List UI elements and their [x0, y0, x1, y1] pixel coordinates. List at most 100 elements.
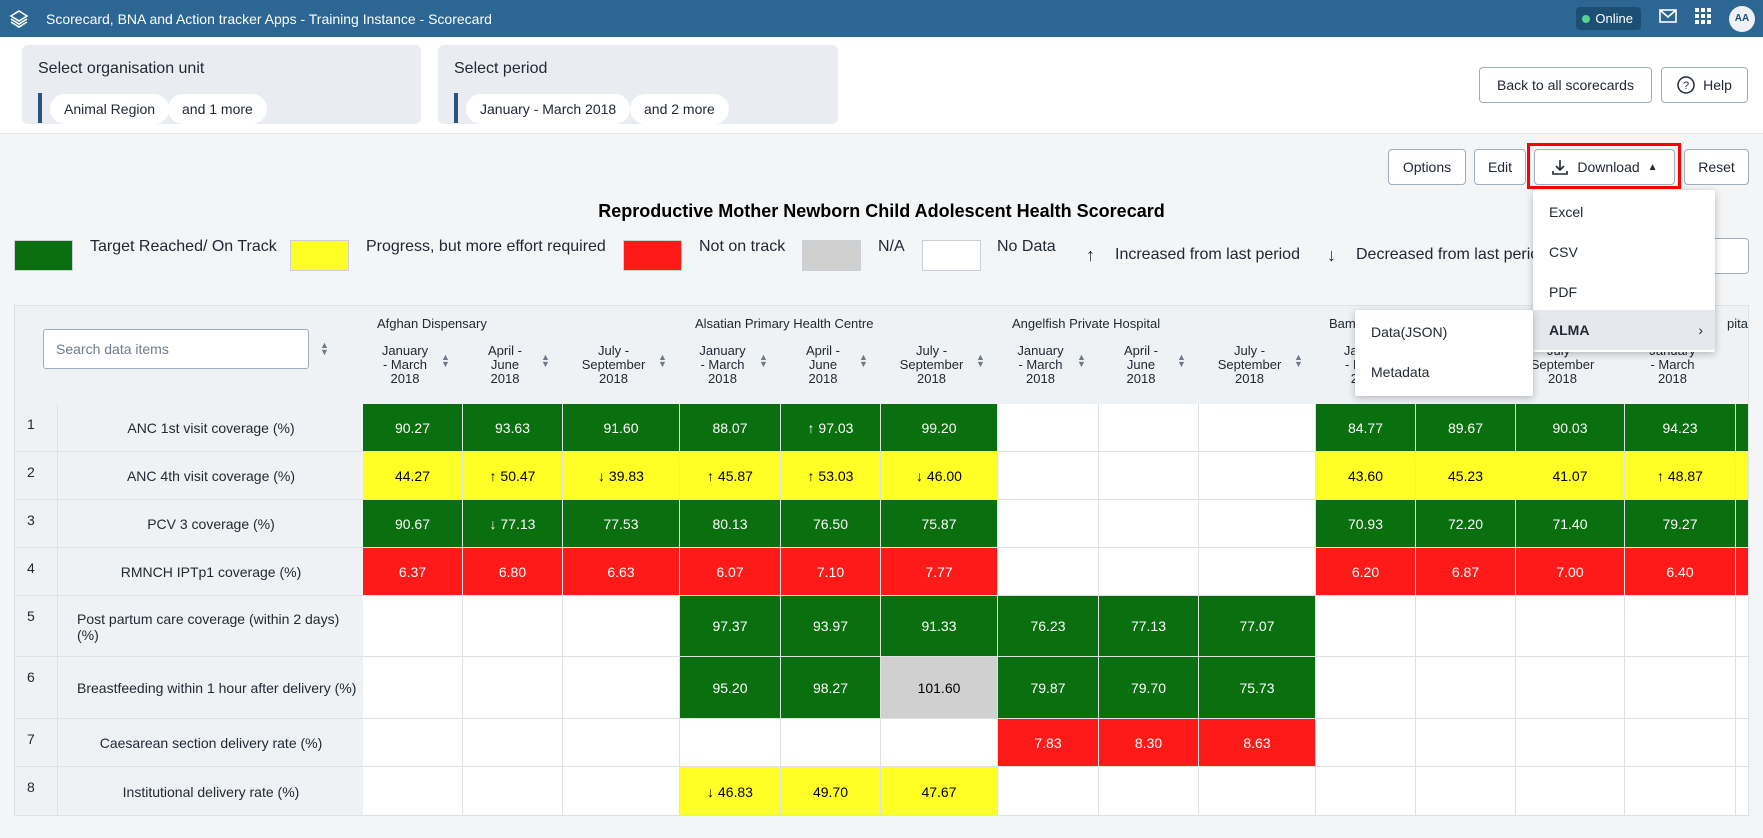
- menu-item-excel[interactable]: Excel: [1533, 192, 1715, 232]
- score-cell[interactable]: [1416, 596, 1516, 657]
- score-cell[interactable]: 97.37: [680, 596, 781, 657]
- score-cell[interactable]: 91.33: [881, 596, 998, 657]
- period-header[interactable]: January - March 2018: [680, 344, 765, 386]
- score-cell[interactable]: 77.07: [1199, 596, 1316, 657]
- score-cell[interactable]: 94.23: [1625, 404, 1736, 452]
- period-header[interactable]: January - March 2018: [998, 344, 1083, 386]
- period-sort-icon[interactable]: ▲ ▼: [759, 353, 768, 369]
- score-cell[interactable]: 6.20: [1316, 548, 1416, 596]
- apps-grid-icon[interactable]: [1695, 8, 1711, 29]
- score-cell[interactable]: ↑ 97.03: [781, 404, 881, 452]
- score-cell[interactable]: 93.63: [463, 404, 563, 452]
- score-cell[interactable]: [1625, 596, 1736, 657]
- menu-item-metadata[interactable]: Metadata: [1355, 352, 1533, 392]
- help-button[interactable]: ? Help: [1661, 67, 1748, 103]
- score-cell[interactable]: [1199, 548, 1316, 596]
- score-cell[interactable]: ↓ 46.00: [881, 452, 998, 500]
- score-cell[interactable]: [1736, 767, 1748, 815]
- score-cell[interactable]: 6.63: [563, 548, 680, 596]
- reset-button[interactable]: Reset: [1684, 149, 1749, 185]
- score-cell[interactable]: [463, 657, 563, 719]
- score-cell[interactable]: 7.00: [1516, 548, 1625, 596]
- score-cell[interactable]: [1736, 548, 1748, 596]
- score-cell[interactable]: [363, 767, 463, 815]
- score-cell[interactable]: [1625, 767, 1736, 815]
- score-cell[interactable]: 6.40: [1625, 548, 1736, 596]
- score-cell[interactable]: 99.20: [881, 404, 998, 452]
- score-cell[interactable]: 88.07: [680, 404, 781, 452]
- score-cell[interactable]: [1516, 657, 1625, 719]
- score-cell[interactable]: ↑ 50.47: [463, 452, 563, 500]
- period-header[interactable]: April - June 2018: [463, 344, 547, 386]
- score-cell[interactable]: [1199, 767, 1316, 815]
- score-cell[interactable]: 76.23: [998, 596, 1099, 657]
- score-cell[interactable]: 90.67: [363, 500, 463, 548]
- score-cell[interactable]: [363, 719, 463, 767]
- period-more-chip[interactable]: and 2 more: [630, 94, 729, 124]
- menu-item-csv[interactable]: CSV: [1533, 232, 1715, 272]
- score-cell[interactable]: 76.50: [781, 500, 881, 548]
- score-cell[interactable]: [563, 767, 680, 815]
- score-cell[interactable]: 95.20: [680, 657, 781, 719]
- period-header[interactable]: April - June 2018: [1099, 344, 1183, 386]
- score-cell[interactable]: 6.80: [463, 548, 563, 596]
- score-cell[interactable]: 90.27: [363, 404, 463, 452]
- score-cell[interactable]: 80.13: [680, 500, 781, 548]
- score-cell[interactable]: ↑ 45.87: [680, 452, 781, 500]
- score-cell[interactable]: [1416, 719, 1516, 767]
- score-cell[interactable]: [463, 719, 563, 767]
- score-cell[interactable]: 8.30: [1099, 719, 1199, 767]
- score-cell[interactable]: [1199, 404, 1316, 452]
- score-cell[interactable]: ↑ 48.87: [1625, 452, 1736, 500]
- score-cell[interactable]: 8.63: [1199, 719, 1316, 767]
- period-sort-icon[interactable]: ▲ ▼: [859, 353, 868, 369]
- score-cell[interactable]: 91.60: [563, 404, 680, 452]
- score-cell[interactable]: [363, 657, 463, 719]
- score-cell[interactable]: [1516, 767, 1625, 815]
- score-cell[interactable]: [363, 596, 463, 657]
- score-cell[interactable]: [1625, 657, 1736, 719]
- score-cell[interactable]: [1516, 719, 1625, 767]
- score-cell[interactable]: [998, 452, 1099, 500]
- score-cell[interactable]: 6.87: [1416, 548, 1516, 596]
- score-cell[interactable]: [1316, 719, 1416, 767]
- score-cell[interactable]: 101.60: [881, 657, 998, 719]
- score-cell[interactable]: 45.23: [1416, 452, 1516, 500]
- score-cell[interactable]: 6.37: [363, 548, 463, 596]
- score-cell[interactable]: [463, 596, 563, 657]
- score-cell[interactable]: 75.73: [1199, 657, 1316, 719]
- score-cell[interactable]: [1736, 452, 1748, 500]
- score-cell[interactable]: 79.70: [1099, 657, 1199, 719]
- period-header[interactable]: April - June 2018: [781, 344, 865, 386]
- period-sort-icon[interactable]: ▲ ▼: [541, 353, 550, 369]
- period-header[interactable]: July - September 2018: [1199, 344, 1300, 386]
- score-cell[interactable]: 7.83: [998, 719, 1099, 767]
- score-cell[interactable]: [1736, 404, 1748, 452]
- score-cell[interactable]: 7.10: [781, 548, 881, 596]
- score-cell[interactable]: [563, 657, 680, 719]
- score-cell[interactable]: [463, 767, 563, 815]
- org-unit-chip[interactable]: Animal Region: [50, 94, 170, 124]
- period-sort-icon[interactable]: ▲ ▼: [1177, 353, 1186, 369]
- period-selector[interactable]: Select period January - March 2018 and 2…: [438, 45, 838, 124]
- score-cell[interactable]: [563, 596, 680, 657]
- period-header[interactable]: January - March 2018: [363, 344, 447, 386]
- score-cell[interactable]: [1199, 452, 1316, 500]
- period-header[interactable]: July - September 2018: [881, 344, 982, 386]
- period-header[interactable]: July - September 2018: [563, 344, 664, 386]
- score-cell[interactable]: [1316, 767, 1416, 815]
- score-cell[interactable]: 71.40: [1516, 500, 1625, 548]
- score-cell[interactable]: ↓ 46.83: [680, 767, 781, 815]
- score-cell[interactable]: [1316, 596, 1416, 657]
- score-cell[interactable]: [1516, 596, 1625, 657]
- menu-item-pdf[interactable]: PDF: [1533, 272, 1715, 312]
- score-cell[interactable]: [881, 719, 998, 767]
- score-cell[interactable]: [1736, 657, 1748, 719]
- score-cell[interactable]: [998, 767, 1099, 815]
- search-input[interactable]: Search data items: [43, 329, 309, 369]
- period-sort-icon[interactable]: ▲ ▼: [1077, 353, 1086, 369]
- score-cell[interactable]: 70.93: [1316, 500, 1416, 548]
- score-cell[interactable]: 49.70: [781, 767, 881, 815]
- score-cell[interactable]: [998, 404, 1099, 452]
- score-cell[interactable]: [1416, 767, 1516, 815]
